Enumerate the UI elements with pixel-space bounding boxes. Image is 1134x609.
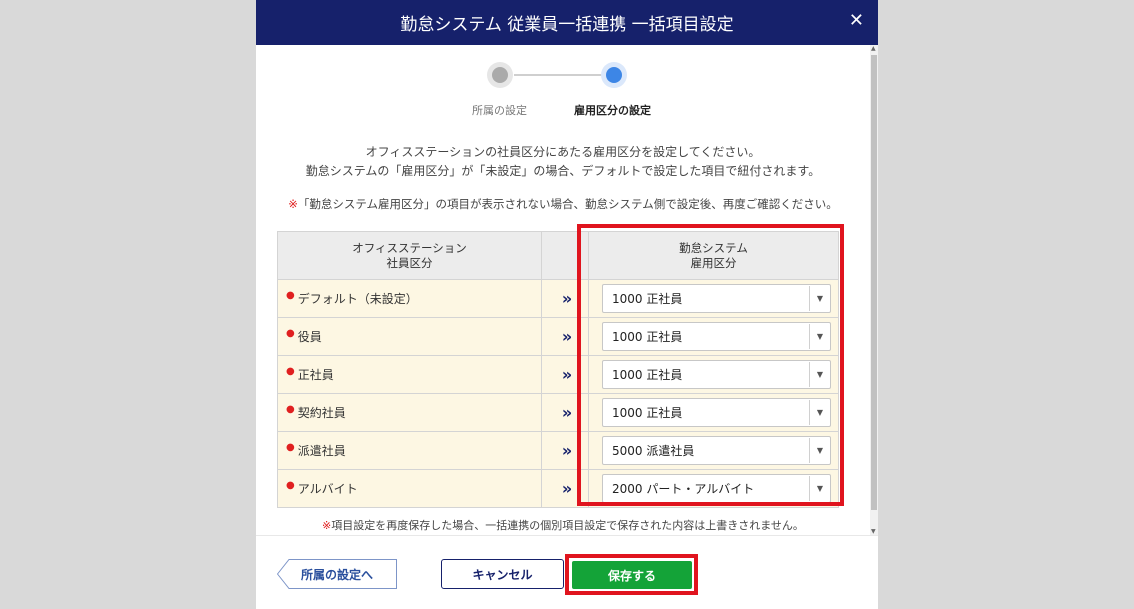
employment-select[interactable]: 2000 パート・アルバイト ▼ (602, 474, 831, 503)
double-chevron-right-icon: » (561, 289, 573, 308)
double-chevron-right-icon: » (561, 403, 573, 422)
scroll-down-icon[interactable]: ▼ (871, 528, 876, 535)
bottom-note: ※項目設定を再度保存した場合、一括連携の個別項目設定で保存された内容は上書きされ… (256, 517, 870, 533)
row-label: 正社員 (297, 368, 334, 382)
double-chevron-right-icon: » (561, 365, 573, 384)
select-value: 5000 派遣社員 (612, 444, 695, 458)
employment-select[interactable]: 1000 正社員 ▼ (602, 322, 831, 351)
row-label: 契約社員 (297, 406, 346, 420)
cancel-button-label: キャンセル (472, 567, 533, 582)
select-value: 1000 正社員 (612, 368, 683, 382)
dialog-footer: 所属の設定へ キャンセル 保存する (256, 535, 878, 609)
step-label-employment: 雇用区分の設定 (574, 104, 651, 117)
chevron-down-icon[interactable]: ▼ (809, 438, 830, 463)
header-os-line1: オフィスステーション (352, 240, 467, 255)
employment-select[interactable]: 5000 派遣社員 ▼ (602, 436, 831, 465)
double-chevron-right-icon: » (561, 327, 573, 346)
back-to-affiliation-button[interactable]: 所属の設定へ (277, 559, 397, 589)
double-chevron-right-icon: » (561, 479, 573, 498)
chevron-down-icon[interactable]: ▼ (809, 400, 830, 425)
header-os-line2: 社員区分 (386, 255, 433, 270)
select-value: 1000 正社員 (612, 292, 683, 306)
row-label: 派遣社員 (297, 444, 346, 458)
row-label: 役員 (297, 330, 322, 344)
warning-note: ※「勤怠システム雇用区分」の項目が表示されない場合、勤怠システム側で設定後、再度… (256, 196, 870, 212)
bottom-note-text: 項目設定を再度保存した場合、一括連携の個別項目設定で保存された内容は上書きされま… (331, 519, 804, 532)
chevron-down-icon[interactable]: ▼ (809, 476, 830, 501)
table-row: ● 役員 » 1000 正社員 ▼ (277, 317, 839, 356)
save-button[interactable]: 保存する (572, 561, 692, 589)
vertical-scrollbar[interactable]: ▲ ▼ (870, 45, 878, 535)
scroll-up-icon[interactable]: ▲ (871, 45, 876, 52)
dialog-body[interactable]: 所属の設定 雇用区分の設定 オフィスステーションの社員区分にあたる雇用区分を設定… (256, 45, 878, 535)
employment-select[interactable]: 1000 正社員 ▼ (602, 398, 831, 427)
required-dot: ● (286, 366, 295, 377)
dialog-title: 勤怠システム 従業員一括連携 一括項目設定 (400, 15, 734, 35)
step-label-affiliation: 所属の設定 (472, 104, 527, 117)
required-dot: ● (286, 328, 295, 339)
dialog-header: 勤怠システム 従業員一括連携 一括項目設定 ✕ (256, 0, 878, 45)
select-value: 1000 正社員 (612, 330, 683, 344)
back-button-label: 所属の設定へ (300, 567, 373, 582)
warning-note-text: 「勤怠システム雇用区分」の項目が表示されない場合、勤怠システム側で設定後、再度ご… (297, 197, 838, 211)
table-row: ● 契約社員 » 1000 正社員 ▼ (277, 393, 839, 432)
step-connector (514, 74, 602, 76)
header-attendance-category: 勤怠システム 雇用区分 (588, 231, 839, 280)
step-indicator: 所属の設定 雇用区分の設定 (256, 65, 870, 125)
employment-select[interactable]: 1000 正社員 ▼ (602, 360, 831, 389)
scrollbar-thumb[interactable] (871, 55, 877, 510)
row-label: デフォルト（未設定） (297, 292, 418, 306)
employment-select[interactable]: 1000 正社員 ▼ (602, 284, 831, 313)
header-att-line2: 雇用区分 (690, 255, 737, 270)
table-row: ● 正社員 » 1000 正社員 ▼ (277, 355, 839, 394)
cancel-button[interactable]: キャンセル (441, 559, 564, 589)
header-arrow-spacer (541, 231, 589, 280)
table-row: ● デフォルト（未設定） » 1000 正社員 ▼ (277, 279, 839, 318)
mapping-table: オフィスステーション 社員区分 勤怠システム 雇用区分 ● デフォルト（未設定） … (277, 231, 839, 508)
double-chevron-right-icon: » (561, 441, 573, 460)
header-os-category: オフィスステーション 社員区分 (277, 231, 542, 280)
chevron-down-icon[interactable]: ▼ (809, 324, 830, 349)
description-line2: 勤怠システムの「雇用区分」が「未設定」の場合、デフォルトで設定した項目で紐付され… (305, 164, 821, 178)
save-button-label: 保存する (607, 568, 656, 583)
close-icon[interactable]: ✕ (849, 11, 864, 31)
required-dot: ● (286, 480, 295, 491)
required-dot: ● (286, 404, 295, 415)
chevron-down-icon[interactable]: ▼ (809, 362, 830, 387)
step-dot-current (606, 67, 622, 83)
select-value: 2000 パート・アルバイト (612, 482, 755, 496)
note-mark: ※ (288, 197, 298, 211)
description-line1: オフィスステーションの社員区分にあたる雇用区分を設定してください。 (365, 145, 761, 159)
note-mark: ※ (322, 519, 332, 532)
row-label: アルバイト (297, 482, 358, 496)
chevron-down-icon[interactable]: ▼ (809, 286, 830, 311)
select-value: 1000 正社員 (612, 406, 683, 420)
step-dot-done (492, 67, 508, 83)
required-dot: ● (286, 442, 295, 453)
table-row: ● 派遣社員 » 5000 派遣社員 ▼ (277, 431, 839, 470)
settings-dialog: 勤怠システム 従業員一括連携 一括項目設定 ✕ 所属の設定 雇用区分の設定 オフ… (256, 0, 878, 609)
header-att-line1: 勤怠システム (679, 240, 748, 255)
table-row: ● アルバイト » 2000 パート・アルバイト ▼ (277, 469, 839, 508)
required-dot: ● (286, 290, 295, 301)
